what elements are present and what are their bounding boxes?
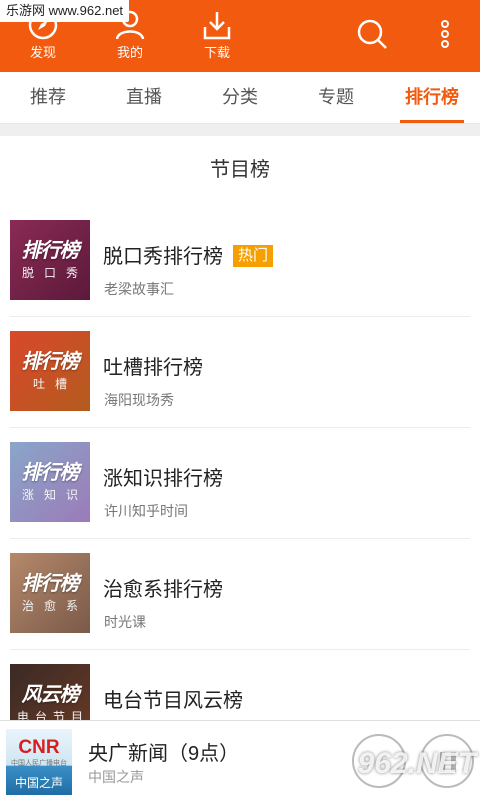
- cover-tag-text: 脱口秀: [21, 266, 88, 280]
- ranking-subtitle: 老梁故事汇: [104, 281, 174, 297]
- ranking-cover: 排行榜 吐槽: [10, 331, 90, 411]
- section-gap: [0, 124, 480, 136]
- ranking-item[interactable]: 排行榜 涨知识 涨知识排行榜 许川知乎时间: [0, 428, 480, 539]
- ranking-item[interactable]: 风云榜 电台节目 电台节目风云榜: [0, 650, 480, 720]
- tab-category[interactable]: 分类: [192, 72, 288, 123]
- search-button[interactable]: [352, 0, 392, 72]
- cover-logo-text: 排行榜: [21, 462, 80, 484]
- tab-rankings[interactable]: 排行榜: [384, 72, 480, 123]
- nav-mine-label: 我的: [116, 45, 143, 60]
- cover-tag-text: 电台节目: [16, 710, 89, 720]
- ranking-item[interactable]: 排行榜 治愈系 治愈系排行榜 时光课: [0, 539, 480, 650]
- more-vertical-icon: [439, 19, 451, 54]
- ranking-subtitle: 海阳现场秀: [104, 392, 174, 408]
- ranking-title: 脱口秀排行榜: [103, 246, 223, 268]
- ranking-title: 治愈系排行榜: [103, 579, 223, 601]
- tab-live[interactable]: 直播: [96, 72, 192, 123]
- player-title: 央广新闻（9点）: [88, 743, 240, 765]
- tab-topics[interactable]: 专题: [288, 72, 384, 123]
- category-tabs: 推荐 直播 分类 专题 排行榜: [0, 72, 480, 124]
- nav-discover-label: 发现: [29, 45, 56, 60]
- site-watermark: 962.NET: [357, 747, 476, 780]
- cover-logo-text: 风云榜: [21, 684, 80, 706]
- ranking-title: 吐槽排行榜: [103, 357, 203, 379]
- cnr-logo-subtext: 中国人民广播电台: [11, 760, 67, 767]
- search-icon: [355, 17, 389, 56]
- mini-player[interactable]: CNR 中国人民广播电台 中国之声 央广新闻（9点） 中国之声 962.NET: [0, 720, 480, 800]
- cover-tag-text: 治愈系: [21, 599, 88, 613]
- section-title: 节目榜: [210, 159, 270, 181]
- cover-logo-text: 排行榜: [21, 351, 80, 373]
- ranking-subtitle: 时光课: [104, 614, 146, 630]
- ranking-cover: 排行榜 治愈系: [10, 553, 90, 633]
- cover-tag-text: 涨知识: [21, 488, 88, 502]
- cover-logo-text: 排行榜: [21, 240, 80, 262]
- ranking-item[interactable]: 排行榜 脱口秀 脱口秀排行榜 热门 老梁故事汇: [0, 206, 480, 317]
- nav-download[interactable]: 下载: [187, 8, 247, 62]
- cover-tag-text: 吐槽: [32, 377, 77, 391]
- player-subtitle: 中国之声: [88, 769, 144, 785]
- ranking-item[interactable]: 排行榜 吐槽 吐槽排行榜 海阳现场秀: [0, 317, 480, 428]
- player-cover: CNR 中国人民广播电台 中国之声: [6, 729, 72, 795]
- ranking-title: 涨知识排行榜: [103, 468, 223, 490]
- cnr-logo-text: CNR: [18, 737, 60, 758]
- ranking-cover: 排行榜 脱口秀: [10, 220, 90, 300]
- rankings-list: 节目榜 排行榜 脱口秀 脱口秀排行榜 热门 老梁故事汇 排行榜 吐槽 吐槽排行榜 …: [0, 136, 480, 720]
- download-icon: [187, 8, 247, 42]
- watermark-text: 乐游网 www.962.net: [0, 0, 130, 22]
- tab-recommend[interactable]: 推荐: [0, 72, 96, 123]
- ranking-subtitle: 许川知乎时间: [104, 503, 188, 519]
- ranking-title: 电台节目风云榜: [103, 690, 243, 712]
- ranking-cover: 排行榜 涨知识: [10, 442, 90, 522]
- cover-logo-text: 排行榜: [21, 573, 80, 595]
- ranking-cover: 风云榜 电台节目: [10, 664, 90, 720]
- nav-download-label: 下载: [203, 45, 230, 60]
- cnr-channel-name: 中国之声: [14, 776, 63, 790]
- hot-badge: 热门: [233, 245, 274, 267]
- more-menu-button[interactable]: [430, 0, 460, 72]
